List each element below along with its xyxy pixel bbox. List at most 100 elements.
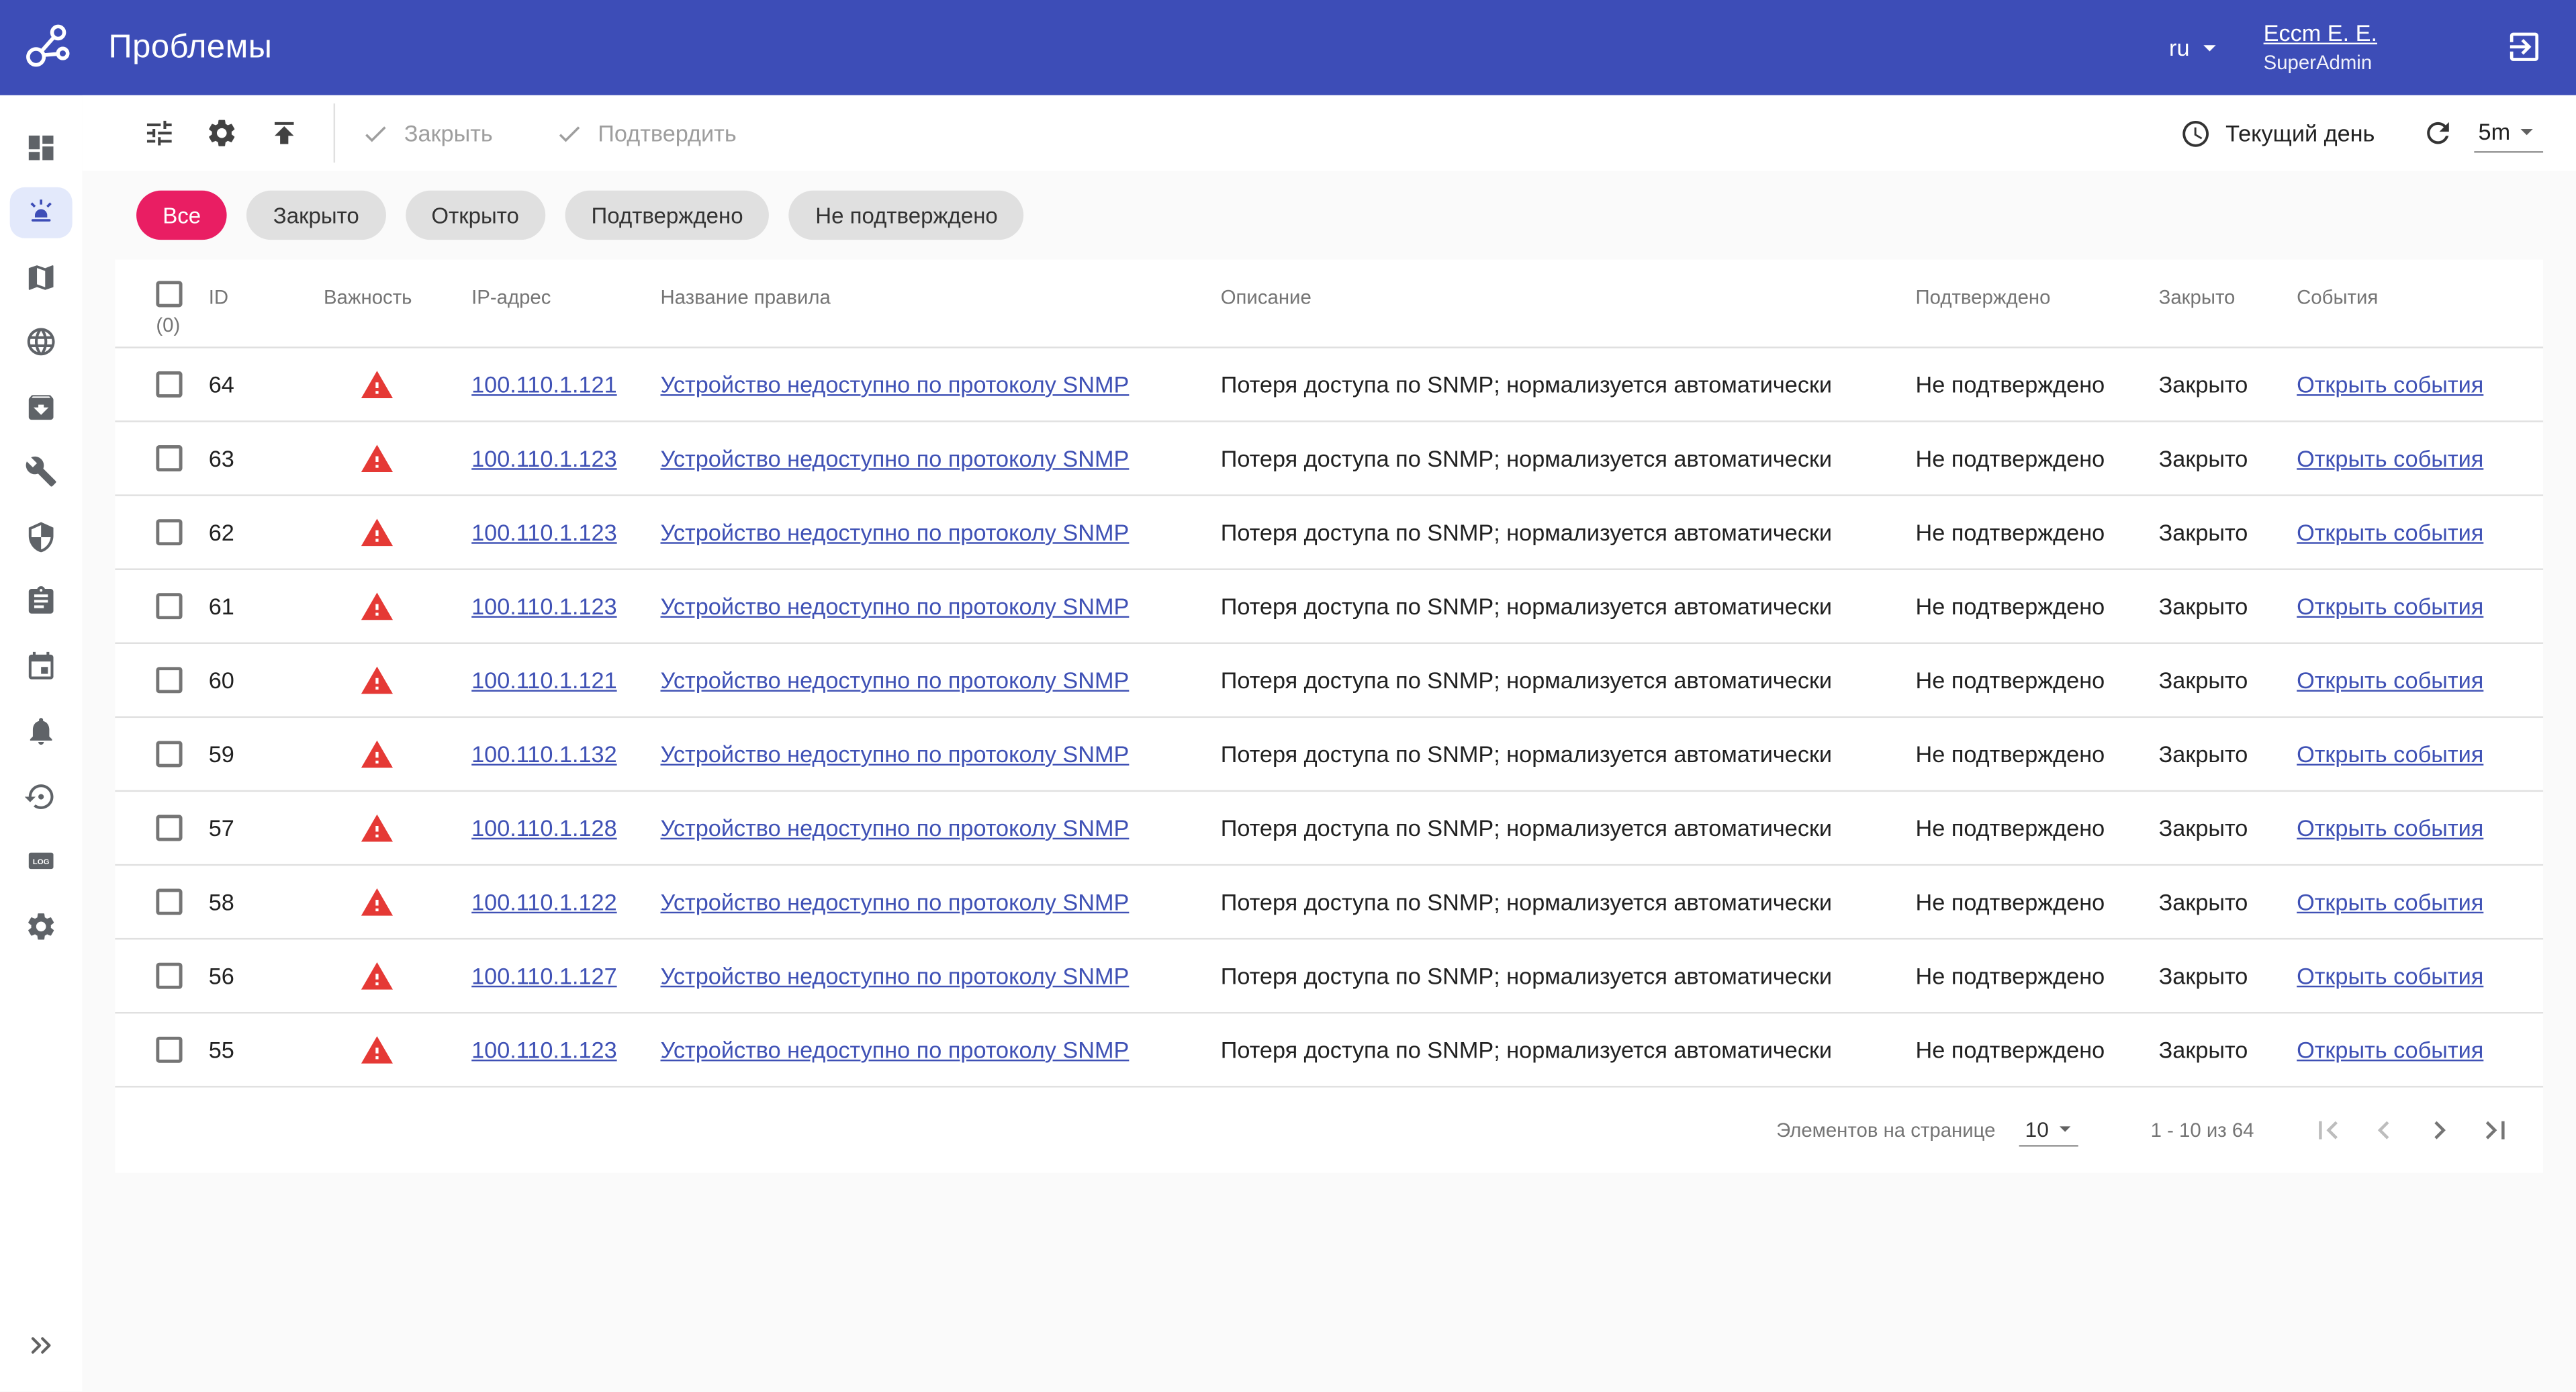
ip-address-link[interactable]: 100.110.1.127	[471, 963, 617, 989]
severity-cell	[324, 1033, 471, 1067]
globe-icon	[25, 326, 58, 359]
logout-button[interactable]	[2505, 29, 2543, 66]
open-events-link[interactable]: Открыть события	[2297, 889, 2483, 915]
open-events-link[interactable]: Открыть события	[2297, 1037, 2483, 1063]
user-menu[interactable]: Eccm Е. Е. SuperAdmin	[2264, 19, 2377, 77]
ip-address-link[interactable]: 100.110.1.123	[471, 1037, 617, 1063]
ip-address-link[interactable]: 100.110.1.122	[471, 889, 617, 915]
map-icon	[25, 261, 58, 293]
filter-chip-acknowledged[interactable]: Подтверждено	[565, 191, 769, 240]
refresh-interval-select[interactable]: 5m	[2473, 113, 2543, 153]
filter-chip-all[interactable]: Все	[136, 191, 227, 240]
row-checkbox[interactable]	[156, 889, 182, 915]
acknowledge-problems-button[interactable]: Подтвердить	[555, 119, 737, 147]
filter-settings-button[interactable]	[136, 110, 183, 156]
row-checkbox[interactable]	[156, 667, 182, 693]
sidebar-expand-button[interactable]	[8, 1313, 74, 1379]
row-checkbox[interactable]	[156, 519, 182, 545]
sidebar-item-tasks[interactable]	[8, 569, 74, 635]
rule-name-link[interactable]: Устройство недоступно по протоколу SNMP	[660, 371, 1129, 398]
items-per-page-select[interactable]: 10	[2019, 1114, 2078, 1147]
open-events-link[interactable]: Открыть события	[2297, 741, 2483, 767]
table-row: 57 100.110.1.128 Устройство недоступно п…	[115, 792, 2543, 866]
ip-address-link[interactable]: 100.110.1.128	[471, 815, 617, 841]
language-selector[interactable]: ru	[2169, 33, 2224, 62]
ip-address-link[interactable]: 100.110.1.132	[471, 741, 617, 767]
acknowledged-status: Не подтверждено	[1916, 593, 2159, 619]
ip-address-link[interactable]: 100.110.1.123	[471, 593, 617, 619]
open-events-link[interactable]: Открыть события	[2297, 667, 2483, 693]
open-events-link[interactable]: Открыть события	[2297, 445, 2483, 471]
sidebar-item-devices[interactable]	[8, 375, 74, 440]
sidebar-item-backup[interactable]	[8, 764, 74, 829]
rule-name-link[interactable]: Устройство недоступно по протоколу SNMP	[660, 963, 1129, 989]
open-events-link[interactable]: Открыть события	[2297, 519, 2483, 545]
row-checkbox[interactable]	[156, 593, 182, 619]
open-events-link[interactable]: Открыть события	[2297, 371, 2483, 398]
open-events-link[interactable]: Открыть события	[2297, 593, 2483, 619]
row-checkbox-cell	[115, 593, 208, 619]
sidebar-item-dashboards[interactable]	[8, 115, 74, 180]
table-settings-button[interactable]	[199, 110, 245, 156]
problem-description: Потеря доступа по SNMP; нормализуется ав…	[1221, 593, 1916, 619]
closed-status: Закрыто	[2159, 889, 2297, 915]
sidebar-item-scheduler[interactable]	[8, 634, 74, 699]
time-period-button[interactable]: Текущий день	[2180, 118, 2375, 148]
sidebar-item-notifications[interactable]	[8, 699, 74, 764]
severity-cell	[324, 589, 471, 623]
row-checkbox[interactable]	[156, 741, 182, 767]
row-checkbox[interactable]	[156, 815, 182, 841]
ip-address-link[interactable]: 100.110.1.123	[471, 519, 617, 545]
refresh-button[interactable]	[2414, 110, 2460, 156]
rule-name-link[interactable]: Устройство недоступно по протоколу SNMP	[660, 445, 1129, 471]
row-checkbox[interactable]	[156, 445, 182, 471]
open-events-link[interactable]: Открыть события	[2297, 963, 2483, 989]
sidebar-item-maps[interactable]	[8, 245, 74, 310]
severity-cell	[324, 441, 471, 475]
open-events-link[interactable]: Открыть события	[2297, 815, 2483, 841]
ip-address-link[interactable]: 100.110.1.121	[471, 371, 617, 398]
prev-page-button[interactable]	[2356, 1103, 2411, 1158]
col-header-closed: Закрыто	[2159, 260, 2297, 347]
rule-name-link[interactable]: Устройство недоступно по протоколу SNMP	[660, 519, 1129, 545]
last-page-button[interactable]	[2468, 1103, 2524, 1158]
ip-address-link[interactable]: 100.110.1.121	[471, 667, 617, 693]
rule-name-link[interactable]: Устройство недоступно по протоколу SNMP	[660, 593, 1129, 619]
sidebar-item-problems[interactable]	[10, 187, 73, 238]
severity-cell	[324, 367, 471, 402]
rule-name-link[interactable]: Устройство недоступно по протоколу SNMP	[660, 889, 1129, 915]
rule-name-link[interactable]: Устройство недоступно по протоколу SNMP	[660, 1037, 1129, 1063]
tasks-icon	[25, 586, 58, 618]
sidebar-item-tools[interactable]	[8, 439, 74, 504]
rule-name-link[interactable]: Устройство недоступно по протоколу SNMP	[660, 667, 1129, 693]
row-checkbox[interactable]	[156, 1037, 182, 1063]
filter-chip-closed[interactable]: Закрыто	[247, 191, 385, 240]
sidebar-item-security[interactable]	[8, 504, 74, 569]
ip-address-link[interactable]: 100.110.1.123	[471, 445, 617, 471]
closed-status: Закрыто	[2159, 371, 2297, 398]
problem-description: Потеря доступа по SNMP; нормализуется ав…	[1221, 889, 1916, 915]
calendar-icon	[25, 650, 58, 683]
next-page-button[interactable]	[2411, 1103, 2467, 1158]
warning-icon	[360, 441, 394, 475]
sidebar-item-settings[interactable]	[8, 894, 74, 959]
topbar-right: ru Eccm Е. Е. SuperAdmin	[2169, 19, 2543, 77]
filter-chip-open[interactable]: Открыто	[405, 191, 545, 240]
row-checkbox[interactable]	[156, 371, 182, 398]
problems-table-card: (0) ID Важность IP-адрес Название правил…	[115, 260, 2543, 1173]
export-button[interactable]	[261, 110, 308, 156]
rule-name-link[interactable]: Устройство недоступно по протоколу SNMP	[660, 741, 1129, 767]
sidebar-item-logs[interactable]: LOG	[8, 829, 74, 894]
row-checkbox[interactable]	[156, 963, 182, 989]
filter-chip-unacknowledged[interactable]: Не подтверждено	[789, 191, 1024, 240]
rule-name-link[interactable]: Устройство недоступно по протоколу SNMP	[660, 815, 1129, 841]
pagination-range: 1 - 10 из 64	[2151, 1119, 2254, 1142]
selected-count: (0)	[156, 314, 180, 336]
first-page-button[interactable]	[2300, 1103, 2356, 1158]
sidebar-item-network[interactable]	[8, 310, 74, 375]
time-period-label: Текущий день	[2225, 120, 2375, 146]
close-problems-button[interactable]: Закрыть	[361, 119, 493, 147]
select-all-cell: (0)	[115, 260, 208, 347]
app-logo[interactable]	[16, 16, 79, 79]
select-all-checkbox[interactable]	[156, 281, 182, 307]
